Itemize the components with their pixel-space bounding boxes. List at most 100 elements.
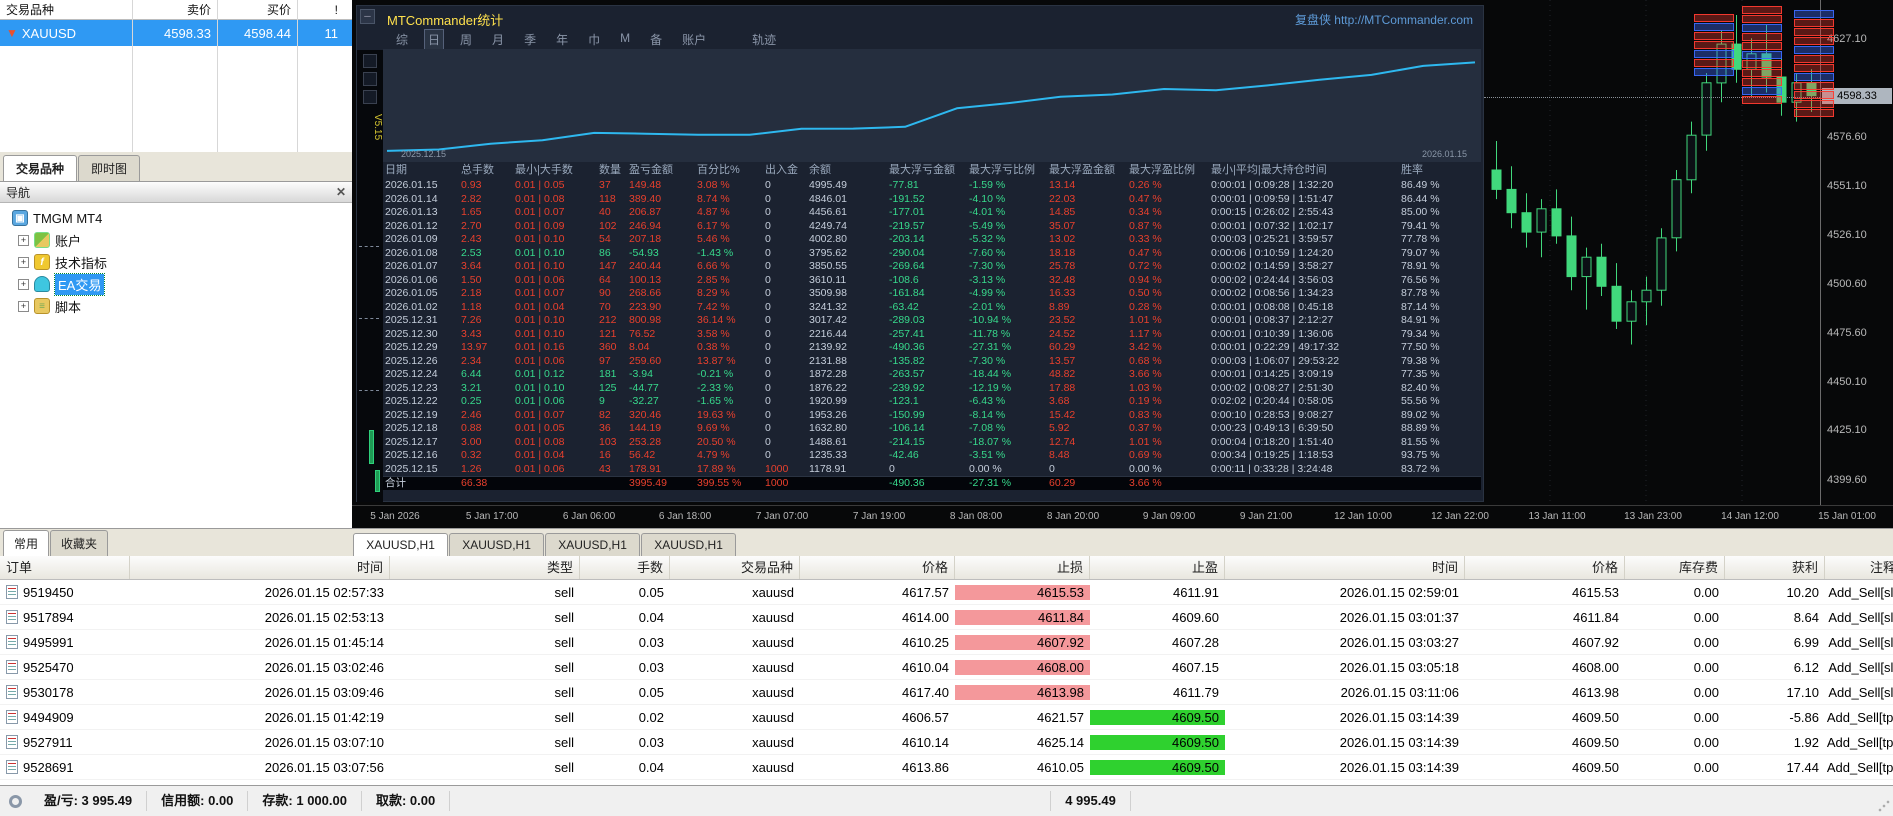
tab-common[interactable]: 常用 [3, 530, 49, 556]
sell-order-label [1794, 109, 1834, 117]
stats-row[interactable]: 2026.01.021.180.01 | 0.0470223.907.42 %0… [383, 301, 1481, 315]
tree-item-expert-advisors[interactable]: + EA交易 [4, 273, 352, 295]
orders-col-header-4[interactable]: 交易品种 [670, 556, 800, 579]
stats-row[interactable]: 2025.12.151.260.01 | 0.0643178.9117.89 %… [383, 463, 1481, 477]
stats-row[interactable]: 2026.01.082.530.01 | 0.1086-54.93-1.43 %… [383, 247, 1481, 261]
indicator-icon: f [34, 254, 50, 270]
stats-row[interactable]: 2025.12.262.340.01 | 0.0697259.6013.87 %… [383, 355, 1481, 369]
minimize-icon[interactable]: ─ [360, 9, 375, 24]
ask-column-header[interactable]: 买价 [217, 1, 297, 18]
orders-col-header-3[interactable]: 手数 [580, 556, 670, 579]
stats-col-header-5: 百分比% [695, 162, 763, 179]
sell-order-label [1794, 28, 1834, 36]
stats-row[interactable]: 2026.01.122.700.01 | 0.09102246.946.17 %… [383, 220, 1481, 234]
stats-col-header-6: 出入金 [763, 162, 807, 179]
stats-tab-2[interactable]: 周 [457, 30, 475, 49]
sell-order-label [1742, 6, 1782, 14]
symbol-row-xauusd[interactable]: ▼XAUUSD 4598.33 4598.44 11 [0, 20, 352, 46]
order-row[interactable]: 95254702026.01.15 03:02:46sell0.03xauusd… [0, 655, 1893, 680]
stats-row[interactable]: 2025.12.173.000.01 | 0.08103253.2820.50 … [383, 436, 1481, 450]
stats-col-header-4: 盈亏金额 [627, 162, 695, 179]
order-row[interactable]: 95301782026.01.15 03:09:46sell0.05xauusd… [0, 680, 1893, 705]
stats-row[interactable]: 2025.12.180.880.01 | 0.0536144.199.69 %0… [383, 422, 1481, 436]
order-row[interactable]: 95194502026.01.15 02:57:33sell0.05xauusd… [0, 580, 1893, 605]
stats-row[interactable]: 2025.12.160.320.01 | 0.041656.424.79 %01… [383, 449, 1481, 463]
order-row[interactable]: 94959912026.01.15 01:45:14sell0.03xauusd… [0, 630, 1893, 655]
stats-tab-6[interactable]: 巾 [585, 30, 603, 49]
alert-column-header[interactable]: ! [297, 3, 352, 17]
time-axis-label: 12 Jan 10:00 [1334, 511, 1392, 522]
orders-col-header-2[interactable]: 类型 [390, 556, 580, 579]
stats-tab-3[interactable]: 月 [489, 30, 507, 49]
expand-icon[interactable]: + [18, 301, 29, 312]
stats-tab-10[interactable]: 轨迹 [749, 30, 779, 49]
order-ticket: 9495991 [0, 635, 130, 650]
expand-icon[interactable]: + [18, 235, 29, 246]
chart-tab-0[interactable]: XAUUSD,H1 [353, 533, 448, 556]
stats-row[interactable]: 2025.12.220.250.01 | 0.069-32.27-1.65 %0… [383, 395, 1481, 409]
orders-col-header-6[interactable]: 止损 [955, 556, 1090, 579]
stats-row[interactable]: 2026.01.052.180.01 | 0.0790268.668.29 %0… [383, 287, 1481, 301]
order-row[interactable]: 95178942026.01.15 02:53:13sell0.04xauusd… [0, 605, 1893, 630]
stats-tab-7[interactable]: M [617, 30, 633, 49]
bid-column-header[interactable]: 卖价 [132, 1, 217, 18]
mtcommander-stats-panel[interactable]: ─ MTCommander统计 复盘侠 http://MTCommander.c… [356, 5, 1484, 502]
expand-icon[interactable]: + [18, 257, 29, 268]
stats-row[interactable]: 2026.01.061.500.01 | 0.0664100.132.85 %0… [383, 274, 1481, 288]
stats-tab-9[interactable]: 账户 [679, 30, 709, 49]
stats-row[interactable]: 2026.01.092.430.01 | 0.1054207.185.46 %0… [383, 233, 1481, 247]
order-ticket: 9519450 [0, 585, 130, 600]
orders-col-header-7[interactable]: 止盈 [1090, 556, 1225, 579]
stats-row[interactable]: 2025.12.2913.970.01 | 0.163608.040.38 %0… [383, 341, 1481, 355]
orders-col-header-0[interactable]: 订单 [0, 556, 130, 579]
background-candle-sliver [375, 470, 380, 492]
stats-tab-8[interactable]: 备 [647, 30, 665, 49]
tree-item-scripts[interactable]: + ≡ 脚本 [4, 295, 352, 317]
stats-tab-5[interactable]: 年 [553, 30, 571, 49]
camera-icon[interactable] [363, 54, 377, 68]
tab-symbols[interactable]: 交易品种 [3, 155, 77, 181]
orders-col-header-9[interactable]: 价格 [1465, 556, 1625, 579]
stats-row[interactable]: 2026.01.142.820.01 | 0.08118389.408.74 %… [383, 193, 1481, 207]
stats-row[interactable]: 2025.12.303.430.01 | 0.1012176.523.58 %0… [383, 328, 1481, 342]
resize-grip[interactable] [1877, 799, 1891, 813]
stats-tab-4[interactable]: 季 [521, 30, 539, 49]
close-icon[interactable]: ✕ [336, 185, 346, 199]
tab-tick-chart[interactable]: 即时图 [78, 155, 140, 181]
stats-row[interactable]: 2025.12.246.440.01 | 0.12181-3.94-0.21 %… [383, 368, 1481, 382]
sell-order-label [1742, 42, 1782, 50]
expand-icon[interactable]: + [18, 279, 29, 290]
orders-col-header-1[interactable]: 时间 [130, 556, 390, 579]
tree-root-account-server[interactable]: ▣ TMGM MT4 [4, 207, 352, 229]
stats-tab-1[interactable]: 日 [425, 30, 443, 49]
settings-icon[interactable] [363, 90, 377, 104]
stats-total-row[interactable]: 合计66.383995.49399.55 %1000-490.36-27.31 … [383, 476, 1481, 490]
stats-row[interactable]: 2026.01.150.930.01 | 0.0537149.483.08 %0… [383, 179, 1481, 193]
chart-tab-1[interactable]: XAUUSD,H1 [449, 533, 544, 556]
symbol-column-header[interactable]: 交易品种 [0, 1, 132, 18]
order-row[interactable]: 95286912026.01.15 03:07:56sell0.04xauusd… [0, 755, 1893, 780]
stats-row[interactable]: 2025.12.317.260.01 | 0.10212800.9836.14 … [383, 314, 1481, 328]
order-row[interactable]: 94949092026.01.15 01:42:19sell0.02xauusd… [0, 705, 1893, 730]
stats-row[interactable]: 2026.01.073.640.01 | 0.10147240.446.66 %… [383, 260, 1481, 274]
orders-col-header-12[interactable]: 注释 [1825, 556, 1893, 579]
stats-tab-0[interactable]: 综 [393, 30, 411, 49]
chart-tab-3[interactable]: XAUUSD,H1 [641, 533, 736, 556]
stats-row[interactable]: 2025.12.233.210.01 | 0.10125-44.77-2.33 … [383, 382, 1481, 396]
tab-favorites[interactable]: 收藏夹 [50, 530, 108, 556]
tree-item-accounts[interactable]: + 账户 [4, 229, 352, 251]
stats-row[interactable]: 2026.01.131.650.01 | 0.0740206.874.87 %0… [383, 206, 1481, 220]
tree-item-indicators[interactable]: + f 技术指标 [4, 251, 352, 273]
chart-tab-2[interactable]: XAUUSD,H1 [545, 533, 640, 556]
order-row[interactable]: 95279112026.01.15 03:07:10sell0.03xauusd… [0, 730, 1893, 755]
grid-icon[interactable] [363, 72, 377, 86]
connection-status-icon [9, 795, 22, 808]
stats-panel-brand-link[interactable]: 复盘侠 http://MTCommander.com [1295, 11, 1473, 28]
orders-col-header-5[interactable]: 价格 [800, 556, 955, 579]
orders-col-header-10[interactable]: 库存费 [1625, 556, 1725, 579]
orders-col-header-8[interactable]: 时间 [1225, 556, 1465, 579]
time-axis-label: 8 Jan 08:00 [950, 511, 1002, 522]
stats-row[interactable]: 2025.12.192.460.01 | 0.0782320.4619.63 %… [383, 409, 1481, 423]
stats-col-header-9: 最大浮亏比例 [967, 162, 1047, 179]
orders-col-header-11[interactable]: 获利 [1725, 556, 1825, 579]
